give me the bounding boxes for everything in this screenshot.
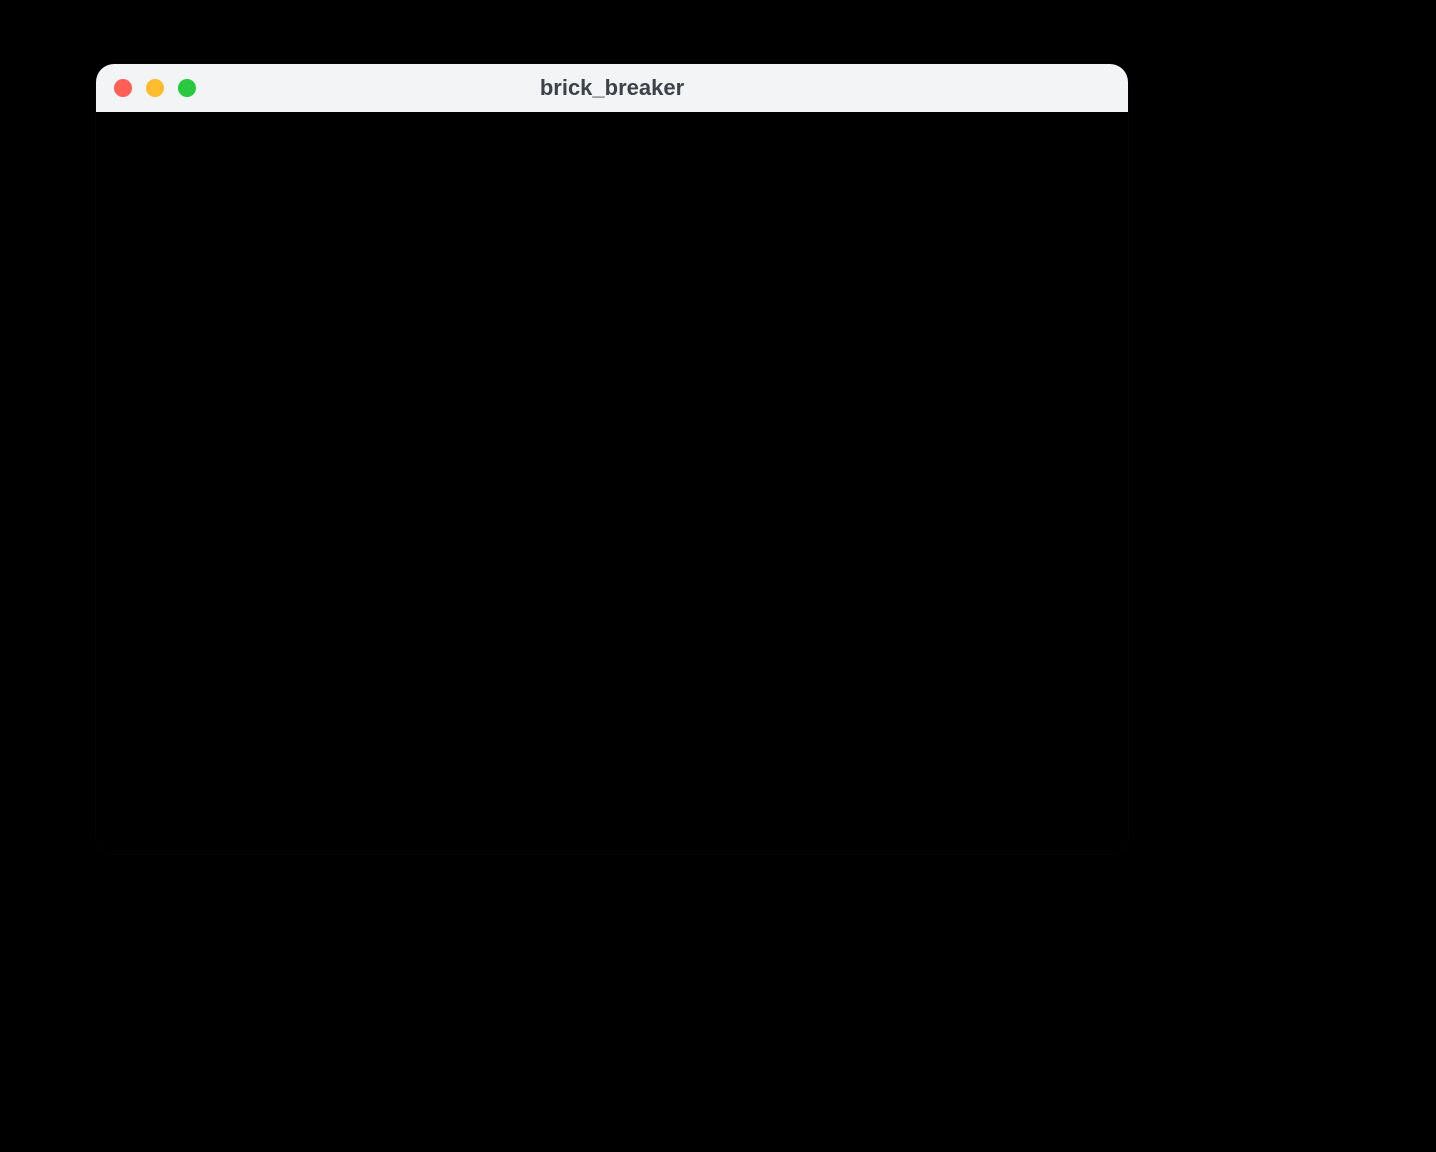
window-close-button[interactable] bbox=[114, 79, 132, 97]
window-title: brick_breaker bbox=[96, 75, 1128, 101]
window-minimize-button[interactable] bbox=[146, 79, 164, 97]
window-zoom-button[interactable] bbox=[178, 79, 196, 97]
app-window: brick_breaker bbox=[96, 64, 1128, 854]
traffic-lights-group bbox=[96, 79, 196, 97]
window-titlebar[interactable]: brick_breaker bbox=[96, 64, 1128, 112]
game-canvas[interactable] bbox=[96, 112, 1128, 854]
